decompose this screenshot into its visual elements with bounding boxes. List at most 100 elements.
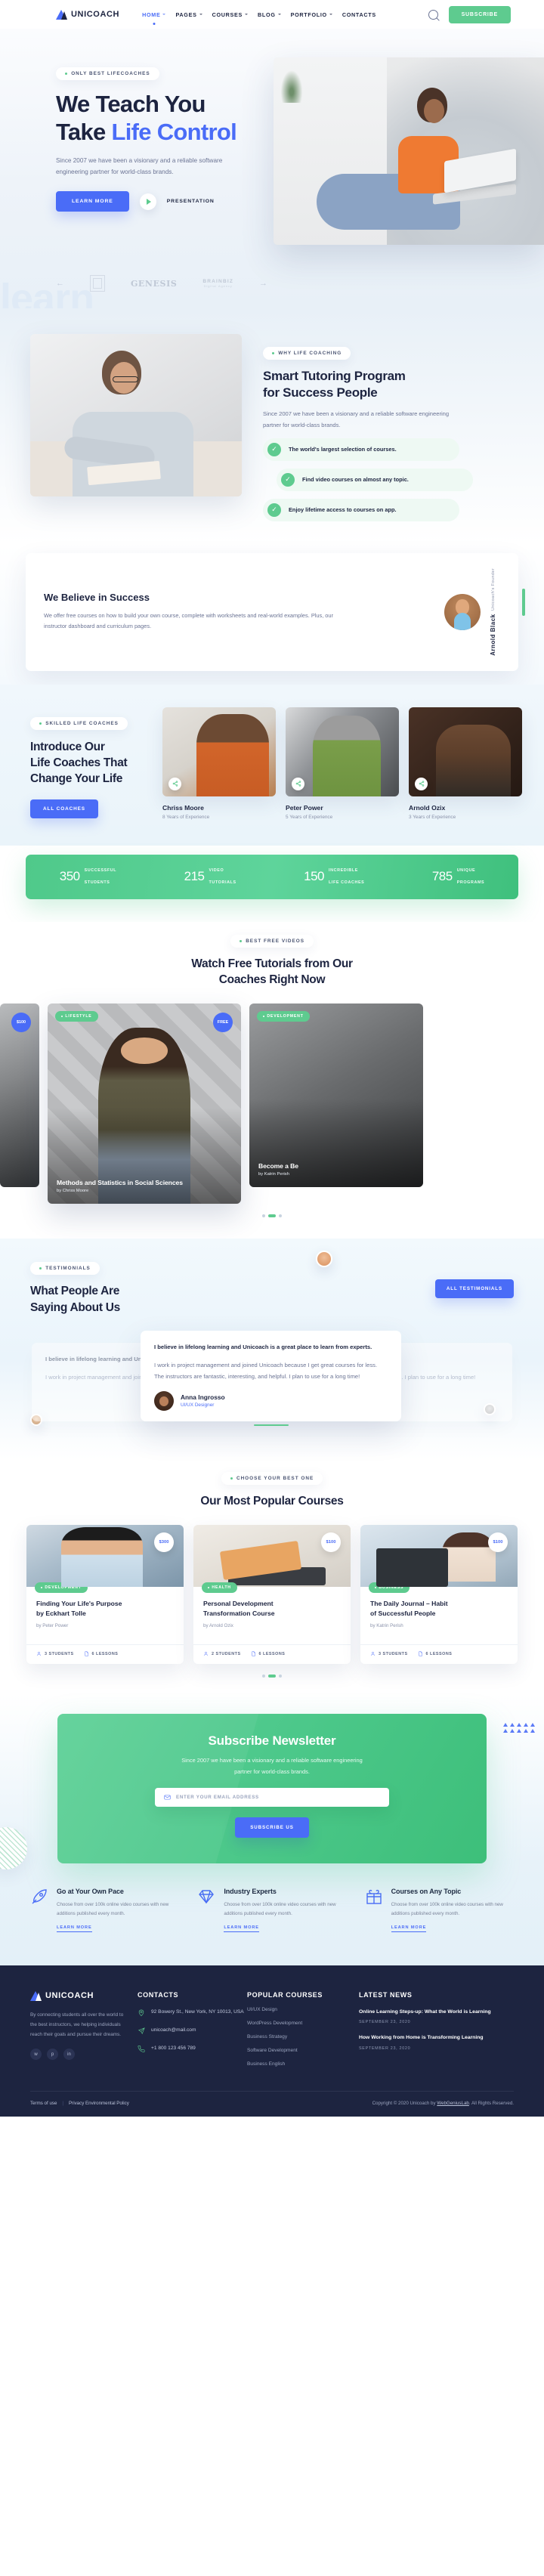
course-students: 3 STUDENTS bbox=[36, 1651, 74, 1656]
testimonial-card: I believe in lifelong learning and Unico… bbox=[141, 1331, 401, 1426]
nav-item-pages[interactable]: PAGES bbox=[175, 11, 202, 18]
course-card[interactable]: $100 BUSINESS The Daily Journal – Habit … bbox=[360, 1524, 518, 1665]
share-icon[interactable] bbox=[292, 777, 304, 790]
footer-course-link[interactable]: UI/UX Design bbox=[247, 2007, 359, 2012]
pinterest-icon[interactable]: p bbox=[47, 2049, 58, 2061]
footer-logo[interactable]: UNICOACH bbox=[30, 1990, 138, 2001]
all-coaches-button[interactable]: ALL COACHES bbox=[30, 799, 98, 818]
founder-role: Unicoach's Founder bbox=[491, 567, 496, 611]
footer-news-item[interactable]: How Working from Home is Transforming Le… bbox=[359, 2033, 514, 2051]
subscribe-us-button[interactable]: SUBSCRIBE US bbox=[235, 1817, 309, 1838]
learn-more-button[interactable]: LEARN MORE bbox=[56, 191, 129, 212]
share-icon[interactable] bbox=[415, 777, 428, 790]
course-card[interactable]: $100 HEALTH Personal Development Transfo… bbox=[193, 1524, 351, 1665]
location-pin-icon bbox=[138, 2009, 144, 2016]
email-input[interactable] bbox=[176, 1795, 380, 1801]
dot-icon bbox=[208, 1586, 210, 1589]
brand-next-icon[interactable]: → bbox=[259, 279, 267, 288]
footer-address-text: 92 Bowery St., New York, NY 10013, USA bbox=[151, 2009, 244, 2015]
footer-phone-text: +1 800 123 456 789 bbox=[151, 2045, 196, 2051]
linkedin-icon[interactable]: in bbox=[63, 2049, 75, 2061]
footer-course-link[interactable]: Business Strategy bbox=[247, 2034, 359, 2039]
videos-section: BEST FREE VIDEOS Watch Free Tutorials fr… bbox=[0, 921, 544, 1239]
logo-text: UNICOACH bbox=[71, 10, 120, 19]
footer-news-title: How Working from Home is Transforming Le… bbox=[359, 2035, 484, 2041]
coaches-title-line3: Change Your Life bbox=[30, 772, 123, 786]
footer-course-link[interactable]: Business English bbox=[247, 2061, 359, 2067]
check-icon: ✓ bbox=[281, 472, 295, 487]
testimonial-quote: I work in project management and joined … bbox=[154, 1361, 378, 1380]
video-card-left[interactable]: $100 bbox=[0, 1003, 39, 1188]
nav-item-blog[interactable]: BLOG bbox=[258, 11, 281, 18]
footer-logo-text: UNICOACH bbox=[45, 1991, 94, 2001]
pagination-dot[interactable] bbox=[262, 1214, 265, 1218]
course-tag-label: DEVELOPMENT bbox=[45, 1585, 82, 1590]
video-price-badge: FREE bbox=[213, 1013, 233, 1033]
chevron-down-icon bbox=[162, 14, 166, 15]
presentation-label[interactable]: PRESENTATION bbox=[167, 199, 215, 204]
feature-learn-more-link[interactable]: LEARN MORE bbox=[224, 1925, 259, 1932]
nav-item-courses[interactable]: COURSES bbox=[212, 11, 249, 18]
copyright-link[interactable]: WebGeniusLab bbox=[437, 2101, 469, 2106]
pagination-dot[interactable] bbox=[279, 1214, 282, 1218]
nav-item-contacts[interactable]: CONTACTS bbox=[342, 11, 376, 18]
course-author: by Peter Power bbox=[36, 1623, 69, 1629]
stat-label-line1: UNIQUE bbox=[456, 867, 476, 873]
footer-email[interactable]: unicoach@mail.com bbox=[138, 2026, 247, 2035]
smart-tutoring-image bbox=[30, 334, 242, 496]
privacy-link[interactable]: Privacy Environmental Policy bbox=[69, 2101, 129, 2106]
play-icon[interactable] bbox=[139, 193, 156, 210]
nav-item-home[interactable]: HOME bbox=[142, 11, 166, 18]
hero-badge: ONLY BEST LIFECOACHES bbox=[56, 66, 159, 80]
pagination-dot[interactable] bbox=[262, 1675, 265, 1678]
popular-courses-section: CHOOSE YOUR BEST ONE Our Most Popular Co… bbox=[0, 1459, 544, 1695]
smart-subtitle: Since 2007 we have been a visionary and … bbox=[263, 410, 450, 428]
footer-phone[interactable]: +1 800 123 456 789 bbox=[138, 2044, 247, 2053]
hero-content: ONLY BEST LIFECOACHES We Teach You Take … bbox=[0, 29, 249, 212]
video-author: by Chriss Moore bbox=[57, 1189, 89, 1194]
avatar bbox=[154, 1390, 174, 1411]
nav-item-portfolio[interactable]: PORTFOLIO bbox=[291, 11, 332, 18]
brand-prev-icon[interactable]: ← bbox=[56, 279, 64, 288]
testimonial-author-name: Anna Ingrosso bbox=[181, 1393, 225, 1402]
footer-course-link[interactable]: WordPress Development bbox=[247, 2021, 359, 2026]
share-icon[interactable] bbox=[168, 777, 181, 790]
newsletter-field[interactable] bbox=[155, 1788, 389, 1808]
feature-desc: Choose from over 100k online video cours… bbox=[224, 1902, 336, 1917]
all-testimonials-button[interactable]: ALL TESTIMONIALS bbox=[434, 1279, 514, 1299]
terms-link[interactable]: Terms of use bbox=[30, 2101, 57, 2106]
coach-card[interactable]: Peter Power 5 Years of Experience bbox=[286, 707, 399, 820]
chevron-down-icon bbox=[277, 14, 281, 15]
stat-label-line2: STUDENTS bbox=[84, 880, 110, 886]
stat-value: 150 bbox=[304, 869, 324, 884]
course-author: by Katrin Perish bbox=[370, 1623, 403, 1629]
video-overlay bbox=[249, 1003, 423, 1188]
pagination-dot[interactable] bbox=[279, 1675, 282, 1678]
video-tag-label: LIFESTYLE bbox=[65, 1014, 92, 1019]
feature-learn-more-link[interactable]: LEARN MORE bbox=[57, 1925, 92, 1932]
nav-label: BLOG bbox=[258, 11, 276, 18]
pagination-dot-active[interactable] bbox=[268, 1675, 276, 1678]
brand-brainbiz-sub: Digital Agency bbox=[203, 284, 233, 288]
site-logo[interactable]: UNICOACH bbox=[56, 9, 120, 20]
accent-underline bbox=[253, 1424, 289, 1426]
smart-feature-3: ✓ Enjoy lifetime access to courses on app… bbox=[263, 498, 459, 521]
video-category-tag: LIFESTYLE bbox=[55, 1011, 98, 1022]
phone-icon bbox=[138, 2045, 145, 2052]
coach-card[interactable]: Arnold Ozix 3 Years of Experience bbox=[409, 707, 522, 820]
pagination-dot-active[interactable] bbox=[268, 1214, 276, 1218]
video-card-right[interactable]: DEVELOPMENT Become a Be by Katrin Perish bbox=[249, 1003, 423, 1188]
coach-card[interactable]: Chriss Moore 8 Years of Experience bbox=[162, 707, 276, 820]
video-card-main[interactable]: LIFESTYLE FREE Methods and Statistics in… bbox=[48, 1003, 241, 1205]
course-title-line2: by Eckhart Tolle bbox=[36, 1609, 86, 1617]
twitter-icon[interactable]: w bbox=[30, 2049, 42, 2061]
course-card[interactable]: $300 DEVELOPMENT Finding Your Life's Pur… bbox=[26, 1524, 184, 1665]
footer-news-item[interactable]: Online Learning Steps-up: What the World… bbox=[359, 2008, 514, 2025]
feature-learn-more-link[interactable]: LEARN MORE bbox=[391, 1925, 427, 1932]
search-icon[interactable] bbox=[428, 9, 438, 20]
dot-icon bbox=[263, 1015, 265, 1018]
subscribe-button[interactable]: SUBSCRIBE bbox=[448, 5, 511, 23]
stat-item: 215 VIDEO TUTORIALS bbox=[184, 867, 236, 886]
stat-item: 785 UNIQUE PROGRAMS bbox=[432, 867, 484, 886]
footer-course-link[interactable]: Software Development bbox=[247, 2048, 359, 2053]
